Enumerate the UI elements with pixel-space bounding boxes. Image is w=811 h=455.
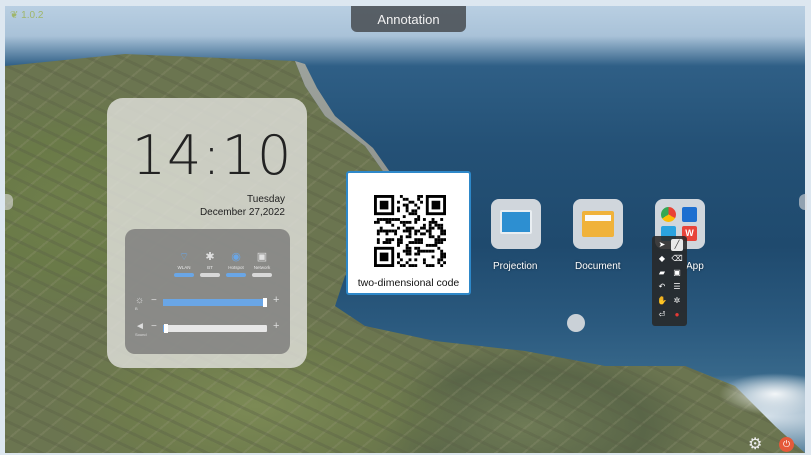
document-icon xyxy=(582,211,614,237)
undo-icon[interactable]: ↶ xyxy=(656,281,668,293)
document-app[interactable] xyxy=(573,199,623,249)
projection-label: Projection xyxy=(493,261,538,272)
network-label: Network xyxy=(253,265,271,270)
document-label: Document xyxy=(575,261,621,272)
qr-code-label: two-dimensional code xyxy=(357,277,460,289)
network-icon: ▣ xyxy=(256,251,268,263)
brightness-decrease[interactable]: − xyxy=(151,295,157,306)
annotation-toolbar: ➤ ╱ ◆ ⌫ ▰ ▣ ↶ ☰ ✋ ✲ ⏎ ● xyxy=(652,236,687,326)
bluetooth-switch[interactable] xyxy=(200,273,220,277)
pointer-icon[interactable]: ➤ xyxy=(656,239,668,251)
wifi-icon: ⌔ xyxy=(178,251,190,263)
bluetooth-label: BT xyxy=(207,265,213,270)
qr-code-card[interactable]: two-dimensional code xyxy=(346,171,471,295)
settings-icon[interactable]: ✲ xyxy=(671,295,683,307)
volume-sublabel: Sound xyxy=(135,332,147,337)
hotspot-label: Hotspot xyxy=(228,265,244,270)
brightness-knob[interactable] xyxy=(263,298,267,307)
annotation-tab-label: Annotation xyxy=(377,11,440,27)
hotspot-icon: ◉ xyxy=(231,251,241,263)
pen-icon[interactable]: ╱ xyxy=(671,239,683,251)
qr-code-image xyxy=(374,195,446,267)
right-edge-handle[interactable] xyxy=(799,194,807,210)
volume-increase[interactable]: + xyxy=(273,320,279,332)
volume-knob[interactable] xyxy=(164,324,169,333)
quick-settings-panel: ⌔ WLAN ✱ BT ◉ Hotspot ▣ Network ☼ B − + … xyxy=(125,229,290,354)
bluetooth-toggle[interactable]: ✱ BT xyxy=(199,251,221,277)
projection-app[interactable] xyxy=(491,199,541,249)
volume-slider[interactable] xyxy=(163,324,267,333)
status-logo: ❦ 1.0.2 xyxy=(10,10,44,21)
bluetooth-icon: ✱ xyxy=(205,251,215,263)
brightness-slider[interactable] xyxy=(163,298,267,307)
brightness-fill xyxy=(163,299,267,306)
brightness-icon: ☼ xyxy=(135,295,145,306)
brightness-sublabel: B xyxy=(135,306,138,311)
hotspot-switch[interactable] xyxy=(226,273,246,277)
chrome-icon xyxy=(661,207,676,222)
clear-icon[interactable]: ⌫ xyxy=(671,253,683,265)
power-icon[interactable]: ⏻ xyxy=(779,437,794,452)
home-button[interactable] xyxy=(567,314,585,332)
hand-icon[interactable]: ✋ xyxy=(656,295,668,307)
settings-gear-icon[interactable]: ⚙ xyxy=(748,437,762,453)
record-icon[interactable]: ● xyxy=(671,309,683,321)
wifi-toggle[interactable]: ⌔ WLAN xyxy=(173,251,195,277)
volume-slider-row: ◄ Sound − + xyxy=(135,320,285,337)
menu-icon[interactable]: ☰ xyxy=(671,281,683,293)
projection-icon xyxy=(500,210,532,234)
clock-day: Tuesday xyxy=(247,194,285,205)
app-folder-label: App xyxy=(686,261,704,272)
network-switch[interactable] xyxy=(252,273,272,277)
brightness-slider-row: ☼ B − + xyxy=(135,294,285,311)
wallpaper-surf xyxy=(695,354,805,424)
wifi-label: WLAN xyxy=(177,265,191,270)
clock-time: 14:10 xyxy=(131,124,293,187)
network-toggle[interactable]: ▣ Network xyxy=(251,251,273,277)
save-icon[interactable]: ▣ xyxy=(671,267,683,279)
volume-decrease[interactable]: − xyxy=(151,321,157,332)
brightness-increase[interactable]: + xyxy=(273,294,279,306)
open-folder-icon[interactable]: ▰ xyxy=(656,267,668,279)
wifi-switch[interactable] xyxy=(174,273,194,277)
volume-icon: ◄ xyxy=(135,321,145,332)
status-logo-text: 1.0.2 xyxy=(21,10,44,21)
left-edge-handle[interactable] xyxy=(5,194,13,210)
clock-widget: 14:10 Tuesday December 27,2022 ⌔ WLAN ✱ … xyxy=(107,98,307,368)
annotation-tab[interactable]: Annotation xyxy=(351,6,466,32)
store-icon xyxy=(682,207,697,222)
eraser-icon[interactable]: ◆ xyxy=(656,253,668,265)
hotspot-toggle[interactable]: ◉ Hotspot xyxy=(225,251,247,277)
clock-date: December 27,2022 xyxy=(199,207,285,218)
exit-icon[interactable]: ⏎ xyxy=(656,309,668,321)
